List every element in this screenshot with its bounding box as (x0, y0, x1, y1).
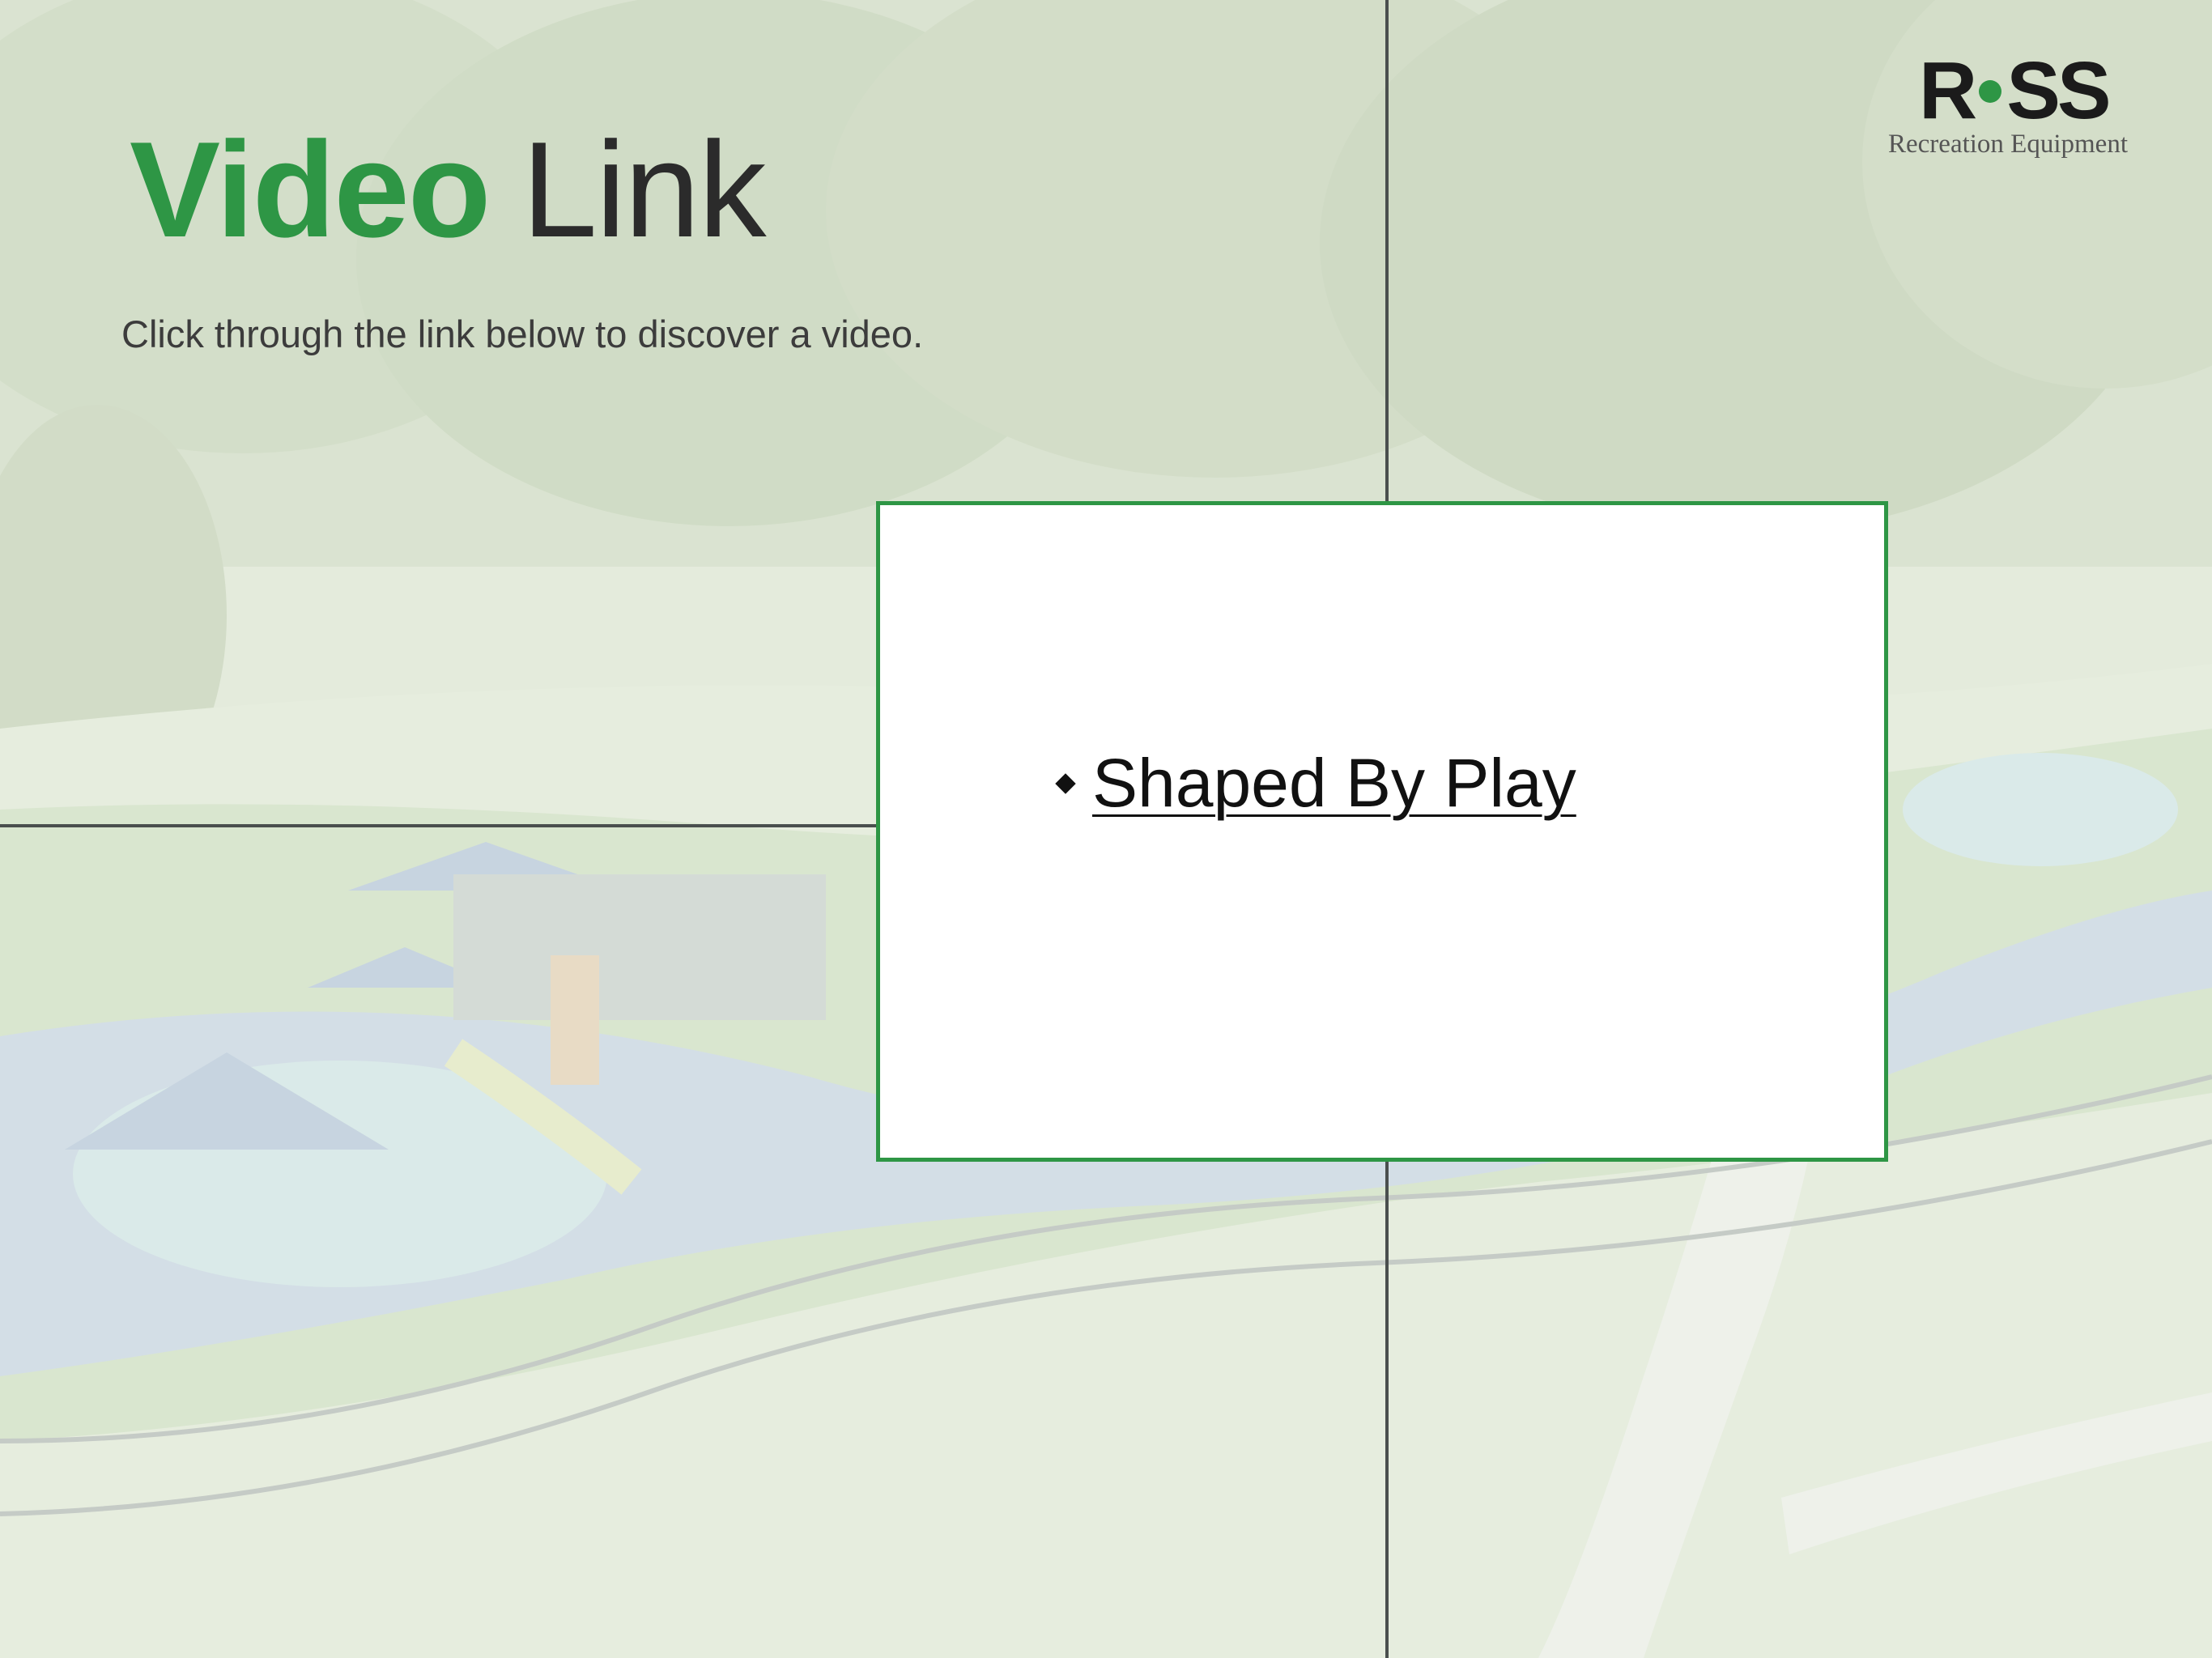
video-link-list-item: Shaped By Play (1055, 744, 1576, 823)
logo-wordmark: R SS (1919, 50, 2112, 131)
logo-tagline: Recreation Equipment (1888, 130, 2128, 159)
video-link-card: Shaped By Play (876, 501, 1888, 1162)
page-title: Video Link (130, 121, 767, 257)
slide: Video Link Click through the link below t… (0, 0, 2212, 1658)
title-bold-word: Video (130, 113, 491, 266)
page-subtitle: Click through the link below to discover… (121, 312, 924, 355)
logo-letters-ss: SS (2006, 45, 2111, 136)
title-light-word: Link (521, 113, 766, 266)
horizontal-divider-line (0, 824, 878, 827)
diamond-bullet-icon (1055, 772, 1076, 794)
ross-logo: R SS Recreation Equipment (1878, 50, 2129, 164)
logo-letter-r: R (1919, 45, 1977, 136)
logo-green-dot-icon (1979, 79, 2002, 103)
shaped-by-play-video-link[interactable]: Shaped By Play (1092, 744, 1576, 823)
